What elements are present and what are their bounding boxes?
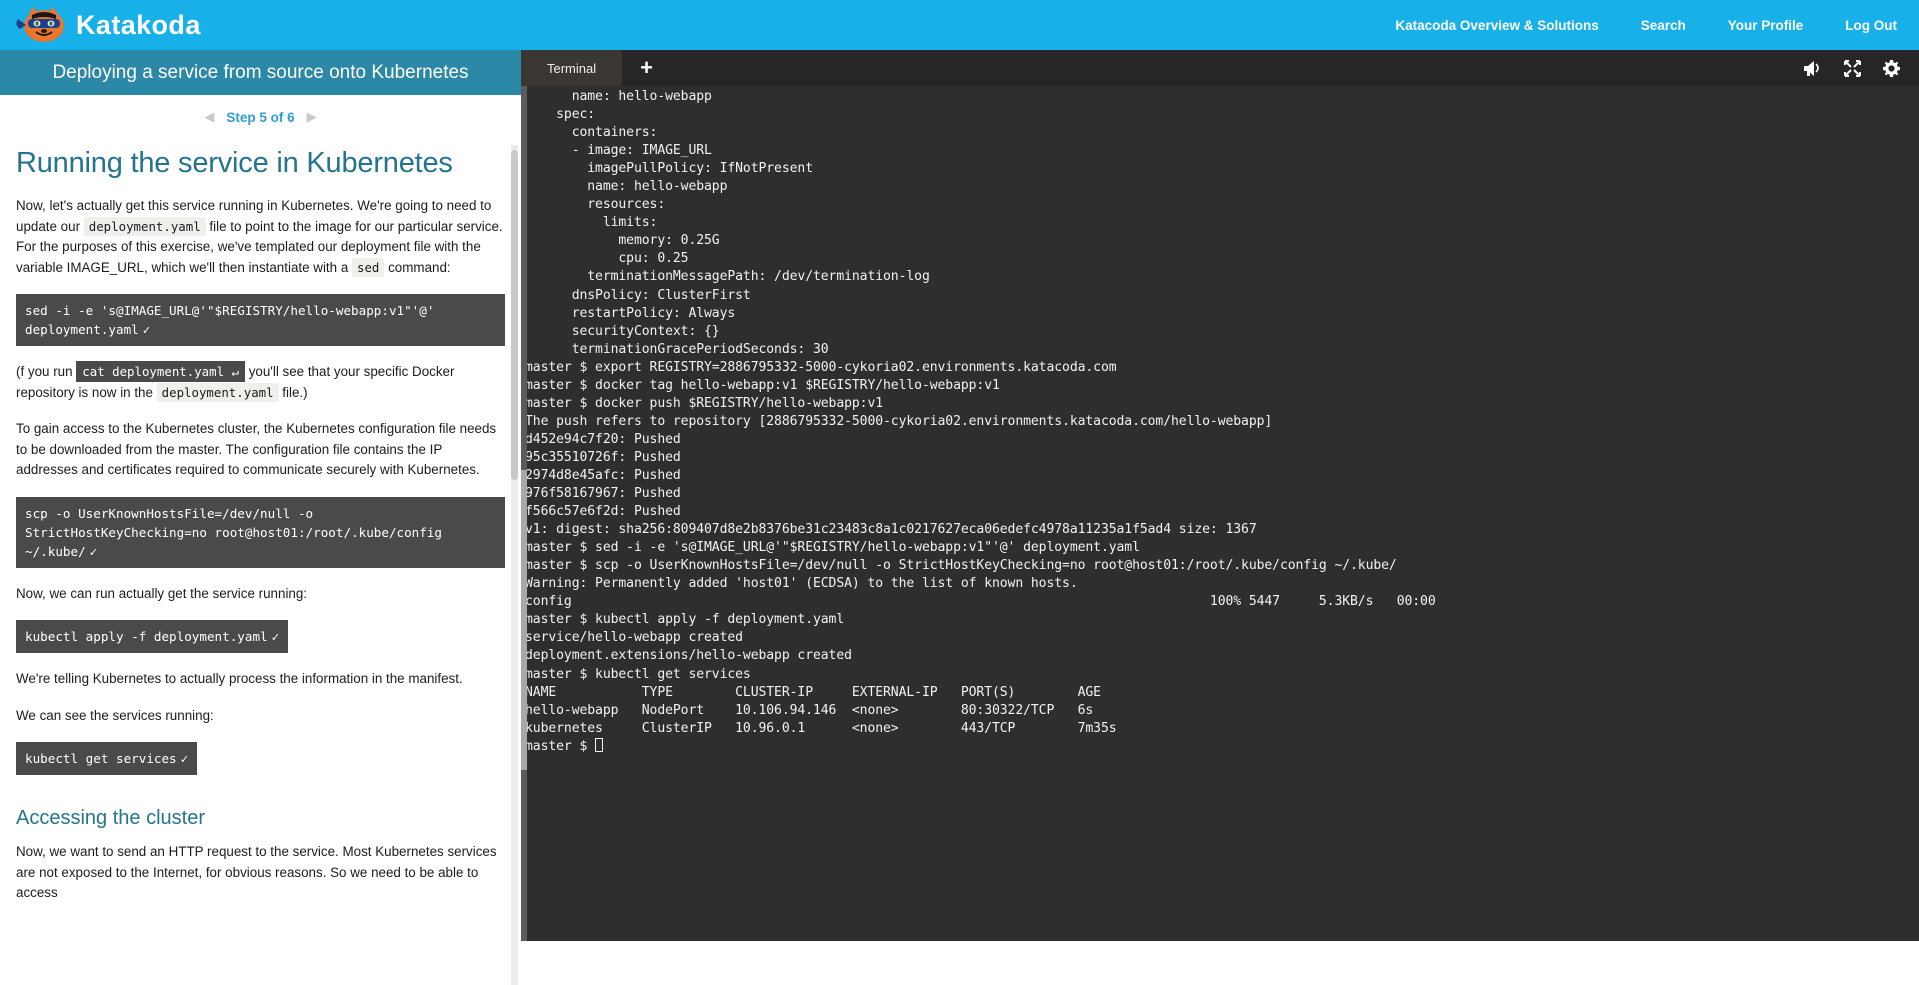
add-tab-button[interactable]: + — [622, 50, 671, 86]
nav-link-overview[interactable]: Katacoda Overview & Solutions — [1395, 18, 1598, 33]
gear-icon[interactable] — [1882, 59, 1901, 78]
command-text-kubectl-get-services: kubectl get services — [25, 751, 177, 766]
katacoda-tiger-logo-icon — [14, 5, 70, 45]
terminal-scrollbar-thumb[interactable] — [521, 470, 527, 770]
command-block-kubectl-apply[interactable]: kubectl apply -f deployment.yaml ✓ — [16, 620, 288, 653]
command-text-sed: sed -i -e 's@IMAGE_URL@'"$REGISTRY/hello… — [25, 303, 434, 337]
cat-paragraph: (f you run cat deployment.yaml ↵ you'll … — [16, 362, 505, 403]
next-step-arrow-icon[interactable]: ▶ — [307, 109, 317, 125]
course-title: Deploying a service from source onto Kub… — [0, 50, 521, 95]
command-text-cat: cat deployment.yaml — [82, 364, 224, 379]
copy-check-icon-scp: ✓ — [90, 544, 98, 559]
command-inline-cat[interactable]: cat deployment.yaml ↵ — [76, 361, 245, 382]
copy-check-icon: ✓ — [143, 322, 151, 337]
tutorial-scrollbar-thumb[interactable] — [511, 150, 518, 480]
return-arrow-icon: ↵ — [232, 364, 239, 379]
run-service-paragraph: Now, we can run actually get the service… — [16, 584, 505, 605]
cat-text-a: (f you run — [16, 364, 76, 379]
cat-text-c: file.) — [279, 385, 308, 400]
nav-link-search[interactable]: Search — [1641, 18, 1686, 33]
step-navigation: ◀ Step 5 of 6 ▶ — [16, 95, 505, 131]
nav-link-logout[interactable]: Log Out — [1845, 18, 1897, 33]
copy-check-icon-apply: ✓ — [272, 629, 280, 644]
services-running-paragraph: We can see the services running: — [16, 706, 505, 727]
terminal-output-text: name: hello-webapp spec: containers: - i… — [525, 88, 1919, 756]
manifest-paragraph: We're telling Kubernetes to actually pro… — [16, 669, 505, 690]
expand-icon[interactable] — [1843, 59, 1862, 78]
main-nav: Katacoda Overview & Solutions Search You… — [1353, 18, 1919, 33]
inline-code-deployment-yaml: deployment.yaml — [84, 217, 206, 236]
command-text-scp: scp -o UserKnownHostsFile=/dev/null -o S… — [25, 506, 442, 559]
brand-logo[interactable]: Katakoda — [0, 5, 201, 45]
nav-link-profile[interactable]: Your Profile — [1728, 18, 1804, 33]
inline-code-deployment-yaml-2: deployment.yaml — [157, 383, 279, 402]
tab-terminal[interactable]: Terminal — [521, 50, 622, 86]
intro-paragraph: Now, let's actually get this service run… — [16, 196, 505, 278]
tutorial-panel: Deploying a service from source onto Kub… — [0, 50, 521, 941]
step-label: Step 5 of 6 — [226, 110, 294, 125]
prev-step-arrow-icon[interactable]: ◀ — [204, 109, 214, 125]
command-block-scp[interactable]: scp -o UserKnownHostsFile=/dev/null -o S… — [16, 497, 505, 568]
section-title-accessing-cluster: Accessing the cluster — [16, 807, 505, 830]
tutorial-scroll-area[interactable]: ◀ Step 5 of 6 ▶ Running the service in K… — [0, 95, 521, 941]
top-navigation-bar: Katakoda Katacoda Overview & Solutions S… — [0, 0, 1919, 50]
brand-name: Katakoda — [76, 10, 201, 41]
cluster-access-paragraph: To gain access to the Kubernetes cluster… — [16, 419, 505, 481]
accessing-cluster-paragraph: Now, we want to send an HTTP request to … — [16, 842, 505, 904]
terminal-tab-bar: Terminal + — [521, 50, 1919, 86]
terminal-toolbar-icons — [1803, 50, 1919, 86]
megaphone-icon[interactable] — [1803, 59, 1823, 77]
terminal-cursor — [595, 738, 603, 752]
terminal-output-area[interactable]: name: hello-webapp spec: containers: - i… — [521, 86, 1919, 941]
inline-code-sed: sed — [352, 258, 384, 277]
intro-text-c: command: — [384, 260, 450, 275]
command-block-kubectl-get-services[interactable]: kubectl get services ✓ — [16, 742, 197, 775]
command-block-sed[interactable]: sed -i -e 's@IMAGE_URL@'"$REGISTRY/hello… — [16, 294, 505, 346]
copy-check-icon-getsvc: ✓ — [181, 751, 189, 766]
page-title: Running the service in Kubernetes — [16, 147, 505, 180]
terminal-panel: Terminal + — [521, 50, 1919, 941]
command-text-kubectl-apply: kubectl apply -f deployment.yaml — [25, 629, 268, 644]
